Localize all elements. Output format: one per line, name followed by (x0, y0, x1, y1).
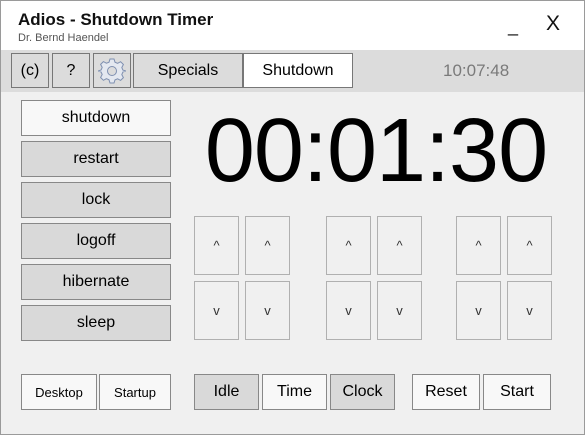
reset-button[interactable]: Reset (412, 374, 480, 410)
hours-ones-up-button[interactable]: ^ (245, 216, 290, 275)
desktop-button[interactable]: Desktop (21, 374, 97, 410)
minutes-tens-down-button[interactable]: v (326, 281, 371, 340)
minutes-ones-up-button[interactable]: ^ (377, 216, 422, 275)
minutes-ones-down-button[interactable]: v (377, 281, 422, 340)
action-logoff-button[interactable]: logoff (21, 223, 171, 259)
toolbar: (c) ? Specials Shutdown 10:07:48 (1, 50, 584, 92)
seconds-ones-down-button[interactable]: v (507, 281, 552, 340)
action-shutdown-button[interactable]: shutdown (21, 100, 171, 136)
hours-tens-down-button[interactable]: v (194, 281, 239, 340)
app-window: Adios - Shutdown Timer Dr. Bernd Haendel… (0, 0, 585, 435)
mode-idle-button[interactable]: Idle (194, 374, 259, 410)
close-button[interactable]: X (538, 9, 568, 39)
action-restart-button[interactable]: restart (21, 141, 171, 177)
mode-clock-button[interactable]: Clock (330, 374, 395, 410)
main-panel: shutdown restart lock logoff hibernate s… (1, 92, 584, 434)
hours-ones-down-button[interactable]: v (245, 281, 290, 340)
minutes-tens-up-button[interactable]: ^ (326, 216, 371, 275)
current-time: 10:07:48 (443, 61, 510, 80)
help-button[interactable]: ? (52, 53, 90, 88)
title-bar: Adios - Shutdown Timer Dr. Bernd Haendel… (1, 1, 584, 50)
action-sleep-button[interactable]: sleep (21, 305, 171, 341)
app-title: Adios - Shutdown Timer (18, 10, 214, 29)
app-subtitle: Dr. Bernd Haendel (18, 32, 109, 44)
gear-icon (98, 57, 126, 85)
start-button[interactable]: Start (483, 374, 551, 410)
action-lock-button[interactable]: lock (21, 182, 171, 218)
settings-button[interactable] (93, 53, 131, 88)
mode-time-button[interactable]: Time (262, 374, 327, 410)
seconds-ones-up-button[interactable]: ^ (507, 216, 552, 275)
seconds-tens-down-button[interactable]: v (456, 281, 501, 340)
minimize-button[interactable]: _ (498, 11, 528, 41)
seconds-tens-up-button[interactable]: ^ (456, 216, 501, 275)
hours-tens-up-button[interactable]: ^ (194, 216, 239, 275)
tab-shutdown[interactable]: Shutdown (243, 53, 353, 88)
about-button[interactable]: (c) (11, 53, 49, 88)
action-hibernate-button[interactable]: hibernate (21, 264, 171, 300)
countdown-display: 00:01:30 (204, 101, 548, 201)
startup-button[interactable]: Startup (99, 374, 171, 410)
tab-specials[interactable]: Specials (133, 53, 243, 88)
